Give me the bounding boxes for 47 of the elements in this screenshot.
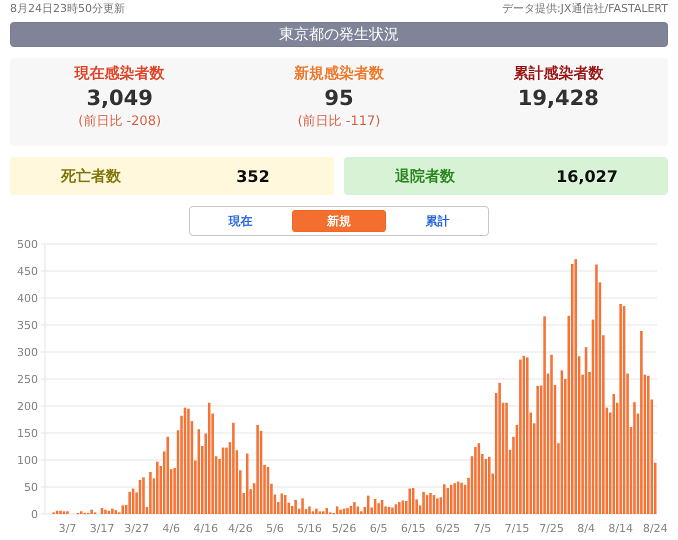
axis-label: 300 [17, 346, 38, 359]
axis-label: 0 [31, 508, 38, 521]
chart-tab[interactable]: 新規 [292, 210, 386, 232]
data-source: データ提供:JX通信社/FASTALERT [502, 1, 668, 17]
axis-label: 5/26 [332, 522, 356, 535]
axis-label: 6/15 [400, 522, 426, 535]
axis-label: 4/6 [162, 522, 180, 535]
axis-label: 450 [17, 265, 38, 278]
axis-label: 250 [17, 373, 38, 386]
axis-label: 3/27 [124, 522, 149, 535]
stat-value: 19,428 [518, 85, 599, 112]
axis-label: 8/14 [608, 522, 634, 535]
total-label: 死亡者数 [60, 166, 122, 186]
update-time: 8月24日23時50分更新 [10, 1, 125, 17]
stat-change: (前日比 -208) [78, 113, 162, 131]
axis-label: 4/26 [228, 522, 253, 535]
stat-value: 3,049 [86, 85, 153, 112]
chart-tab[interactable]: 累計 [390, 210, 486, 232]
section-header: 東京都の発生状況 [10, 22, 668, 47]
stat-label: 新規感染者数 [294, 63, 384, 84]
axis-label: 8/24 [642, 522, 668, 535]
axis-label: 400 [17, 292, 38, 305]
axis-label: 150 [17, 427, 38, 440]
total-value: 16,027 [555, 166, 619, 186]
axis-label: 7/15 [504, 522, 530, 535]
axis-label: 200 [17, 400, 38, 413]
axis-label: 500 [17, 238, 38, 251]
stat-value: 95 [324, 85, 354, 112]
axis-label: 3/17 [90, 522, 114, 535]
axis-label: 5/16 [297, 522, 322, 535]
axis-label: 7/5 [474, 522, 492, 535]
axis-label: 5/6 [266, 522, 284, 535]
axis-label: 3/7 [58, 522, 76, 535]
axis-label: 350 [17, 319, 38, 332]
stat-change: (前日比 -117) [298, 113, 380, 131]
stat-label: 累計感染者数 [513, 63, 604, 84]
axis-label: 50 [24, 481, 38, 494]
axis-label: 7/25 [539, 522, 564, 535]
axis-label: 8/4 [577, 522, 595, 535]
axis-label: 100 [17, 454, 38, 467]
axis-label: 6/25 [435, 522, 460, 535]
axis-label: 4/16 [193, 522, 218, 535]
total-label: 退院者数 [394, 166, 456, 186]
chart-tab[interactable]: 現在 [193, 210, 288, 232]
axis-label: 6/5 [370, 522, 388, 535]
stat-label: 現在感染者数 [74, 63, 165, 84]
total-value: 352 [235, 166, 271, 186]
